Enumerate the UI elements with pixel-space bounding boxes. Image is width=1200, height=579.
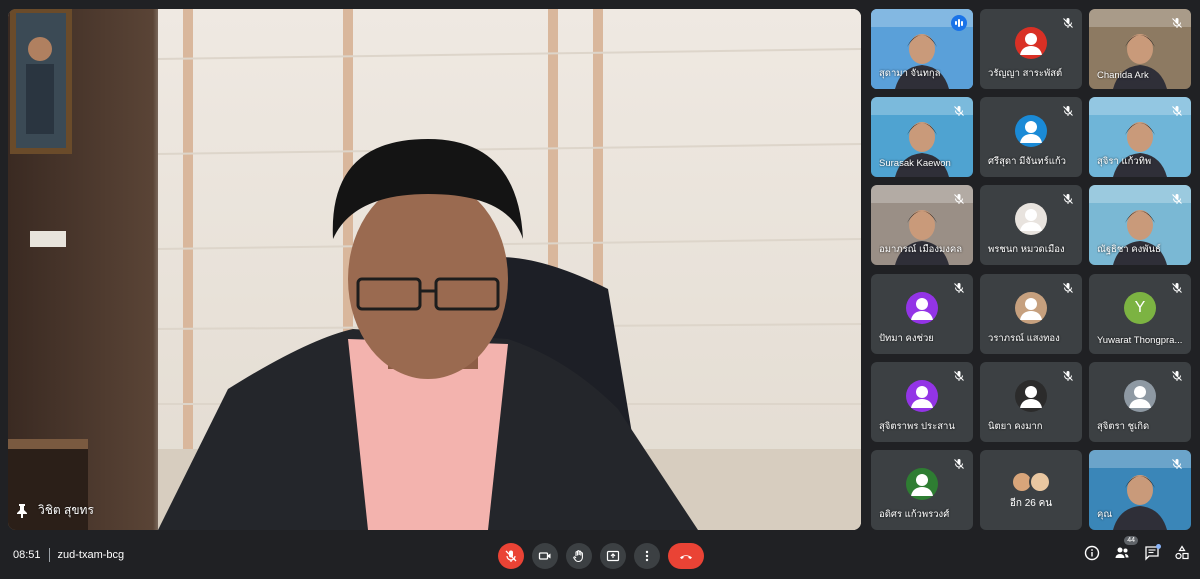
- chat-notification-dot: [1156, 544, 1161, 549]
- mic-off-icon: [1062, 192, 1074, 204]
- participant-name: ปัทมา คงช่วย: [879, 333, 934, 344]
- participant-grid: สุดามา จันทกุล วรัญญา สาระพัสต์ Chanida Ar…: [871, 9, 1191, 530]
- chat-button[interactable]: [1144, 544, 1161, 561]
- bottom-toolbar: 08:51 zud-txam-bcg 44: [0, 531, 1200, 579]
- participant-name: สุจิรา แก้วทิพ: [1097, 156, 1152, 167]
- participant-tile[interactable]: ณัฐธิชา คงพันธ์: [1089, 185, 1191, 265]
- participant-avatar: Y: [1124, 291, 1156, 324]
- others-count-label: อีก 26 คน: [1009, 498, 1053, 510]
- end-call-button[interactable]: [668, 543, 704, 569]
- participant-tile[interactable]: Surasak Kaewon: [871, 97, 973, 177]
- separator: [48, 548, 50, 562]
- mic-off-icon: [1062, 281, 1074, 293]
- participant-name: นิตยา คงมาก: [988, 421, 1043, 432]
- mic-off-icon: [953, 192, 965, 204]
- participant-avatar: [1015, 291, 1047, 324]
- end-call-icon: [680, 555, 692, 559]
- participant-tile[interactable]: นิตยา คงมาก: [980, 362, 1082, 442]
- participant-tile[interactable]: สุจิตราพร ประสาน: [871, 362, 973, 442]
- participant-tile[interactable]: วรัญญา สาระพัสต์: [980, 9, 1082, 89]
- mic-off-icon: [1062, 104, 1074, 116]
- main-speaker-label: วิชิต สุขทร: [16, 501, 94, 520]
- raise-hand-icon: [573, 550, 583, 563]
- mic-off-icon: [953, 104, 965, 116]
- participant-tile[interactable]: อดิศร แก้วพรวงศ์: [871, 450, 973, 530]
- participant-name: ศรีสุดา มีจันทร์แก้ว: [988, 156, 1066, 167]
- camera-toggle-button[interactable]: [532, 543, 558, 569]
- mic-off-icon: [953, 457, 965, 469]
- more-options-icon: [645, 550, 649, 562]
- participant-name: อมาภรณ์ เมืองมงคล: [879, 244, 963, 255]
- mic-off-icon: [1171, 281, 1183, 293]
- participant-name: สุจิตราพร ประสาน: [879, 421, 955, 432]
- participant-tile[interactable]: พรชนก หมวดเมือง: [980, 185, 1082, 265]
- speaker-video-frame: [8, 9, 861, 530]
- mic-off-icon: [505, 550, 517, 562]
- participant-avatar: [906, 379, 938, 412]
- side-panel-buttons: 44: [1084, 536, 1190, 561]
- participant-tile[interactable]: คุณ: [1089, 450, 1191, 530]
- participant-avatar: [1124, 379, 1156, 412]
- mic-toggle-button[interactable]: [498, 543, 524, 569]
- participant-avatar: [906, 291, 938, 324]
- participant-tile[interactable]: ปัทมา คงช่วย: [871, 274, 973, 354]
- participant-avatar: [906, 467, 938, 500]
- people-icon: [1115, 547, 1129, 558]
- meeting-details-button[interactable]: [1084, 545, 1100, 561]
- meeting-code: zud-txam-bcg: [57, 549, 125, 561]
- pin-icon[interactable]: [16, 503, 28, 518]
- activities-icon: [1175, 545, 1189, 560]
- participant-tile[interactable]: อีก 26 คน: [980, 450, 1082, 530]
- present-screen-icon: [606, 550, 620, 562]
- meeting-time: 08:51: [13, 549, 41, 561]
- mic-off-icon: [953, 369, 965, 381]
- participant-name: ณัฐธิชา คงพันธ์: [1097, 244, 1161, 255]
- participant-tile[interactable]: วราภรณ์ แสงทอง: [980, 274, 1082, 354]
- mic-off-icon: [1062, 369, 1074, 381]
- participant-avatar: [1015, 114, 1047, 147]
- people-button[interactable]: 44: [1114, 536, 1138, 561]
- meeting-info: 08:51 zud-txam-bcg: [13, 548, 124, 562]
- speaking-indicator-icon: [951, 15, 967, 31]
- participant-tile[interactable]: ศรีสุดา มีจันทร์แก้ว: [980, 97, 1082, 177]
- main-speaker-video[interactable]: วิชิต สุขทร: [8, 9, 861, 530]
- info-icon: [1084, 545, 1100, 561]
- main-speaker-name: วิชิต สุขทร: [38, 503, 94, 517]
- mic-off-icon: [1171, 192, 1183, 204]
- mic-off-icon: [1171, 369, 1183, 381]
- more-options-button[interactable]: [634, 543, 660, 569]
- participant-name: พรชนก หมวดเมือง: [988, 244, 1065, 255]
- others-avatars: [1011, 471, 1051, 493]
- participant-name: วราภรณ์ แสงทอง: [988, 333, 1060, 344]
- participant-tile[interactable]: สุจิรา แก้วทิพ: [1089, 97, 1191, 177]
- participant-tile[interactable]: สุดามา จันทกุล: [871, 9, 973, 89]
- activities-button[interactable]: [1174, 545, 1190, 561]
- mic-off-icon: [953, 281, 965, 293]
- participant-avatar: [1015, 26, 1047, 59]
- participant-name: Chanida Ark: [1097, 70, 1149, 81]
- camera-icon: [538, 552, 551, 560]
- participant-name: สุจิตรา ชูเกิด: [1097, 421, 1150, 432]
- participant-tile[interactable]: Y Yuwarat Thongpra...: [1089, 274, 1191, 354]
- participant-avatar: [1015, 379, 1047, 412]
- participant-name: คุณ: [1097, 509, 1113, 520]
- mic-off-icon: [1171, 16, 1183, 28]
- mic-off-icon: [1171, 457, 1183, 469]
- participant-name: วรัญญา สาระพัสต์: [988, 68, 1063, 79]
- participant-name: Surasak Kaewon: [879, 158, 951, 169]
- participant-name: อดิศร แก้วพรวงศ์: [879, 509, 950, 520]
- present-screen-button[interactable]: [600, 543, 626, 569]
- participant-tile[interactable]: อมาภรณ์ เมืองมงคล: [871, 185, 973, 265]
- people-count-badge: 44: [1124, 536, 1138, 545]
- participant-name: สุดามา จันทกุล: [879, 68, 941, 79]
- participant-tile[interactable]: Chanida Ark: [1089, 9, 1191, 89]
- call-controls: [498, 543, 704, 569]
- participant-tile[interactable]: สุจิตรา ชูเกิด: [1089, 362, 1191, 442]
- mic-off-icon: [1171, 104, 1183, 116]
- raise-hand-button[interactable]: [566, 543, 592, 569]
- participant-avatar: [1015, 202, 1047, 235]
- participant-name: Yuwarat Thongpra...: [1097, 335, 1183, 346]
- mic-off-icon: [1062, 16, 1074, 28]
